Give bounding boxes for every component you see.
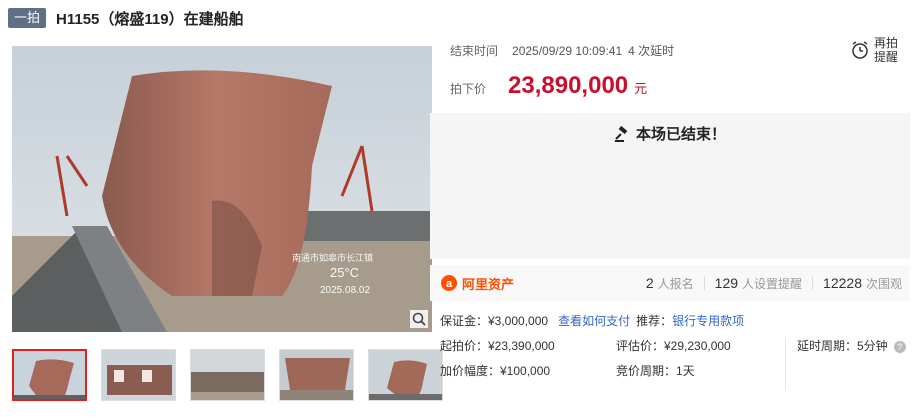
bid-period: 竞价周期：1天 (616, 364, 695, 378)
increment-row: 加价幅度：¥100,000 竞价周期：1天 (440, 358, 910, 383)
auction-round-badge: 一拍 (8, 8, 47, 28)
view-count-label: 次围观 (865, 276, 902, 291)
thumbnail-3[interactable] (190, 349, 265, 401)
photo-location-stamp: 南通市如皋市长江镇 (292, 253, 374, 263)
auction-status-box: 本场已结束！ (430, 113, 910, 259)
thumbnail-4[interactable] (279, 349, 354, 401)
remind-label: 再拍提醒 (874, 36, 899, 64)
end-time-value: 2025/09/29 10:09:41 (512, 43, 623, 58)
final-price-unit: 元 (634, 81, 648, 96)
final-price-row: 拍下价 23,890,000 元 (450, 72, 647, 100)
stats-divider (812, 276, 814, 290)
end-time-row: 结束时间 2025/09/29 10:09:41 4 次延时 (450, 42, 674, 59)
start-price: 起拍价：¥23,390,000 (440, 339, 555, 353)
how-to-pay-link[interactable]: 查看如何支付 (558, 312, 630, 329)
help-icon[interactable]: ? (893, 341, 906, 353)
reminder-count-label: 人设置提醒 (742, 276, 803, 291)
signup-count: 2 人报名 (646, 275, 694, 292)
ali-assets-logo[interactable]: a 阿里资产 (440, 274, 514, 293)
appraisal-price: 评估价：¥29,230,000 (616, 339, 731, 353)
column-divider (785, 338, 786, 390)
auction-ended-text: 本场已结束！ (635, 126, 726, 143)
svg-text:a: a (446, 278, 453, 290)
end-time-label: 结束时间 (450, 44, 499, 58)
final-price-value: 23,890,000 (508, 72, 629, 99)
remind-button[interactable]: 再拍提醒 (850, 36, 902, 64)
bank-account-link[interactable]: 银行专用款项 (672, 312, 744, 329)
main-ship-image[interactable]: 南通市如皋市长江镇 25°C 2025.08.02 (12, 46, 432, 332)
page-title: H1155（熔盛119）在建船舶 (56, 10, 244, 28)
delay-count: 4 次延时 (628, 44, 675, 58)
price-info-row: 起拍价：¥23,390,000 评估价：¥29,230,000 延时周期：5分钟… (440, 333, 910, 358)
thumbnail-1[interactable] (12, 349, 87, 401)
reminder-count-value: 129 (714, 274, 739, 291)
thumbnail-strip (12, 349, 443, 401)
auction-details: 保证金：¥3,000,000 查看如何支付 推荐： 银行专用款项 起拍价：¥23… (440, 308, 910, 390)
delay-period: 延时周期：5分钟? (797, 337, 906, 354)
stats-divider (703, 276, 705, 290)
auction-ended-message: 本场已结束！ (430, 123, 910, 144)
photo-temperature-stamp: 25°C (330, 265, 360, 280)
ali-assets-logo-icon: a (441, 275, 457, 291)
bid-increment: 加价幅度：¥100,000 (440, 364, 551, 378)
stats-bar: a 阿里资产 2 人报名 129 人设置提醒 12228 次围观 (430, 265, 910, 301)
final-price-label: 拍下价 (450, 82, 487, 96)
recommend-label: 推荐： (636, 314, 673, 328)
signup-count-value: 2 (645, 274, 654, 291)
title-row: 一拍 H1155（熔盛119）在建船舶 (8, 6, 244, 30)
thumbnail-5[interactable] (368, 349, 443, 401)
photo-date-stamp: 2025.08.02 (320, 285, 371, 296)
view-count-value: 12228 (823, 274, 862, 291)
brand-name: 阿里资产 (462, 276, 515, 292)
signup-count-label: 人报名 (657, 276, 694, 291)
view-count: 12228 次围观 (823, 275, 902, 292)
deposit-value: 保证金：¥3,000,000 (440, 314, 549, 328)
thumbnail-2[interactable] (101, 349, 176, 401)
reminder-count: 129 人设置提醒 (715, 275, 802, 292)
zoom-icon[interactable] (410, 310, 428, 328)
gavel-icon (614, 125, 628, 142)
deposit-row: 保证金：¥3,000,000 查看如何支付 推荐： 银行专用款项 (440, 308, 910, 333)
alarm-clock-icon (852, 41, 868, 59)
delay-period-text: 延时周期：5分钟 (797, 339, 888, 353)
